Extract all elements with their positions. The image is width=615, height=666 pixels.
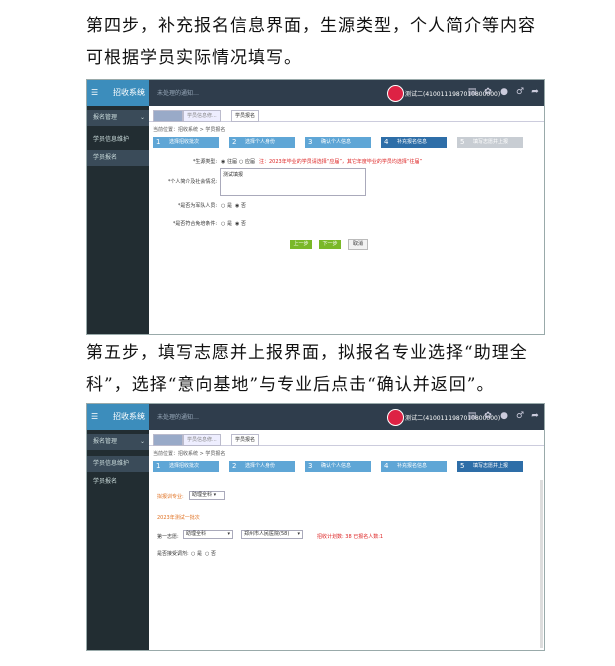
first-choice-label: 第一志愿: — [157, 534, 179, 540]
breadcrumb: 当前位置：招收系统 > 学员报名 — [153, 451, 226, 457]
step-5: 5 填写志愿并上报 — [457, 461, 523, 472]
app-title-bar[interactable]: ☰ 招收系统 ⌄ — [87, 404, 149, 430]
source-radio-current[interactable]: ○ 应届 — [239, 158, 255, 165]
step-1: 1 选择招收批次 — [153, 461, 219, 472]
step-4: 4 补充报名信息 — [381, 137, 447, 148]
step-3: 3 确认个人信息 — [305, 461, 371, 472]
intro-textarea[interactable]: 测试填报 — [220, 168, 366, 196]
step-progress: 1 选择招收批次 2 选择个人身份 3 确认个人信息 4 补充报名信息 5 填写志愿并上报 — [153, 461, 538, 472]
sidebar-item-registration[interactable]: 报名管理 ⌄ — [87, 434, 149, 450]
main-content: . 学员信息修... 学员报名 当前位置：招收系统 > 学员报名 1 选择招收批次… — [149, 430, 544, 650]
sidebar: 报名管理 ⌄ 学员信息维护 学员报名 — [87, 106, 149, 334]
top-bar: ☰ 招收系统 ⌄ 未处理的通知… 测试二(4100111987010800000… — [87, 404, 544, 430]
sidebar: 报名管理 ⌄ 学员信息维护 学员报名 — [87, 430, 149, 650]
tab-student-signup[interactable]: 学员报名 — [231, 110, 260, 122]
sidebar-item-student-info[interactable]: 学员信息维护 — [87, 456, 149, 472]
base-select[interactable]: 郑州市人民医院(58) ▾ — [241, 530, 303, 539]
military-label: *是否为军队人员: — [177, 203, 217, 209]
step4-paragraph: 第四步，补充报名信息界面，生源类型，个人简介等内容可根据学员实际情况填写。 — [86, 16, 536, 68]
main-content: . 学员信息修... 学员报名 当前位置：招收系统 > 学员报名 1 选择招收批次… — [149, 106, 544, 334]
plan-info: 招收计划数: 38 已报名人数:1 — [317, 534, 384, 540]
exempt-label: *是否符合免培条件: — [172, 221, 217, 227]
logout-icon[interactable]: ➦ — [530, 411, 540, 421]
menu-icon[interactable]: ☰ — [91, 410, 105, 424]
major-select[interactable]: 助理全科 ▾ — [189, 491, 225, 500]
tab-home[interactable]: . — [153, 434, 183, 446]
major-label: 拟报训专业: — [157, 494, 184, 500]
user-settings-icon[interactable]: ♂ — [515, 411, 525, 421]
step-3: 3 确认个人信息 — [305, 137, 371, 148]
step-2: 2 选择个人身份 — [229, 461, 295, 472]
help-icon[interactable]: ● — [499, 411, 509, 421]
step-progress: 1 选择招收批次 2 选择个人身份 3 确认个人信息 4 补充报名信息 5 填写志愿并上报 — [153, 137, 538, 148]
scrollbar[interactable] — [540, 480, 543, 648]
screenshot-step4: ☰ 招收系统 ⌄ 未处理的通知… 测试二(4100111987010800000… — [86, 79, 545, 335]
tab-home[interactable]: . — [153, 110, 183, 122]
step-4: 4 补充报名信息 — [381, 461, 447, 472]
exempt-radio-yes[interactable]: ○ 是 — [221, 220, 232, 227]
prev-button[interactable]: 上一步 — [290, 240, 312, 249]
adjust-radio-yes[interactable]: ○ 是 — [191, 550, 202, 557]
sidebar-item-student-signup[interactable]: 学员报名 — [87, 474, 149, 490]
chevron-down-icon: ⌄ — [139, 87, 146, 96]
gear-icon[interactable]: ✿ — [483, 411, 493, 421]
adjust-radio-no[interactable]: ○ 否 — [205, 550, 216, 557]
logout-icon[interactable]: ➦ — [530, 87, 540, 97]
document-icon[interactable]: ▤ — [467, 87, 477, 97]
chevron-down-icon: ⌄ — [139, 411, 146, 420]
gear-icon[interactable]: ✿ — [483, 87, 493, 97]
step-2: 2 选择个人身份 — [229, 137, 295, 148]
app-title-bar[interactable]: ☰ 招收系统 ⌄ — [87, 80, 149, 106]
chevron-down-icon: ⌄ — [139, 438, 145, 445]
source-radio-past[interactable]: ◉ 往届 — [221, 158, 237, 165]
notice-text[interactable]: 未处理的通知… — [157, 412, 199, 421]
menu-icon[interactable]: ☰ — [91, 86, 105, 100]
sidebar-item-registration[interactable]: 报名管理 ⌄ — [87, 110, 149, 126]
sidebar-item-student-info[interactable]: 学员信息维护 — [87, 132, 149, 148]
cancel-button[interactable]: 取消 — [348, 239, 368, 250]
first-choice-major-select[interactable]: 助理全科 ▾ — [183, 530, 233, 539]
top-bar: ☰ 招收系统 ⌄ 未处理的通知… 测试二(4100111987010800000… — [87, 80, 544, 106]
screenshot-step5: ☰ 招收系统 ⌄ 未处理的通知… 测试二(4100111987010800000… — [86, 403, 545, 651]
help-icon[interactable]: ● — [499, 87, 509, 97]
next-button[interactable]: 下一步 — [319, 240, 341, 249]
tab-student-info[interactable]: 学员信息修... — [183, 110, 221, 122]
step-5: 5 填写志愿并上报 — [457, 137, 523, 148]
step-1: 1 选择招收批次 — [153, 137, 219, 148]
exempt-radio-no[interactable]: ◉ 否 — [235, 220, 246, 227]
tab-bar: . 学员信息修... 学员报名 — [149, 108, 544, 122]
breadcrumb: 当前位置：招收系统 > 学员报名 — [153, 127, 226, 133]
adjust-label: 是否接受调剂: — [157, 551, 189, 557]
tab-bar: . 学员信息修... 学员报名 — [149, 432, 544, 446]
step5-paragraph: 第五步，填写志愿并上报界面，拟报名专业选择“助理全科”，选择“意向基地”与专业后… — [86, 343, 528, 395]
source-type-label: *生源类型: — [192, 159, 217, 165]
sidebar-item-student-signup[interactable]: 学员报名 — [87, 150, 149, 166]
intro-label: *个人简介及社会情况: — [167, 179, 217, 185]
chevron-down-icon: ⌄ — [139, 114, 145, 121]
tab-student-info[interactable]: 学员信息修... — [183, 434, 221, 446]
military-radio-yes[interactable]: ○ 是 — [221, 202, 232, 209]
batch-title: 2023年测试一批次 — [157, 515, 200, 521]
notice-text[interactable]: 未处理的通知… — [157, 88, 199, 97]
source-note: 注：2023年毕业的学员请选择“应届”，其它年度毕业的学员均选择“往届” — [259, 159, 423, 165]
avatar[interactable] — [387, 85, 404, 102]
military-radio-no[interactable]: ◉ 否 — [235, 202, 246, 209]
user-settings-icon[interactable]: ♂ — [515, 87, 525, 97]
tab-student-signup[interactable]: 学员报名 — [231, 434, 260, 446]
avatar[interactable] — [387, 409, 404, 426]
document-icon[interactable]: ▤ — [467, 411, 477, 421]
